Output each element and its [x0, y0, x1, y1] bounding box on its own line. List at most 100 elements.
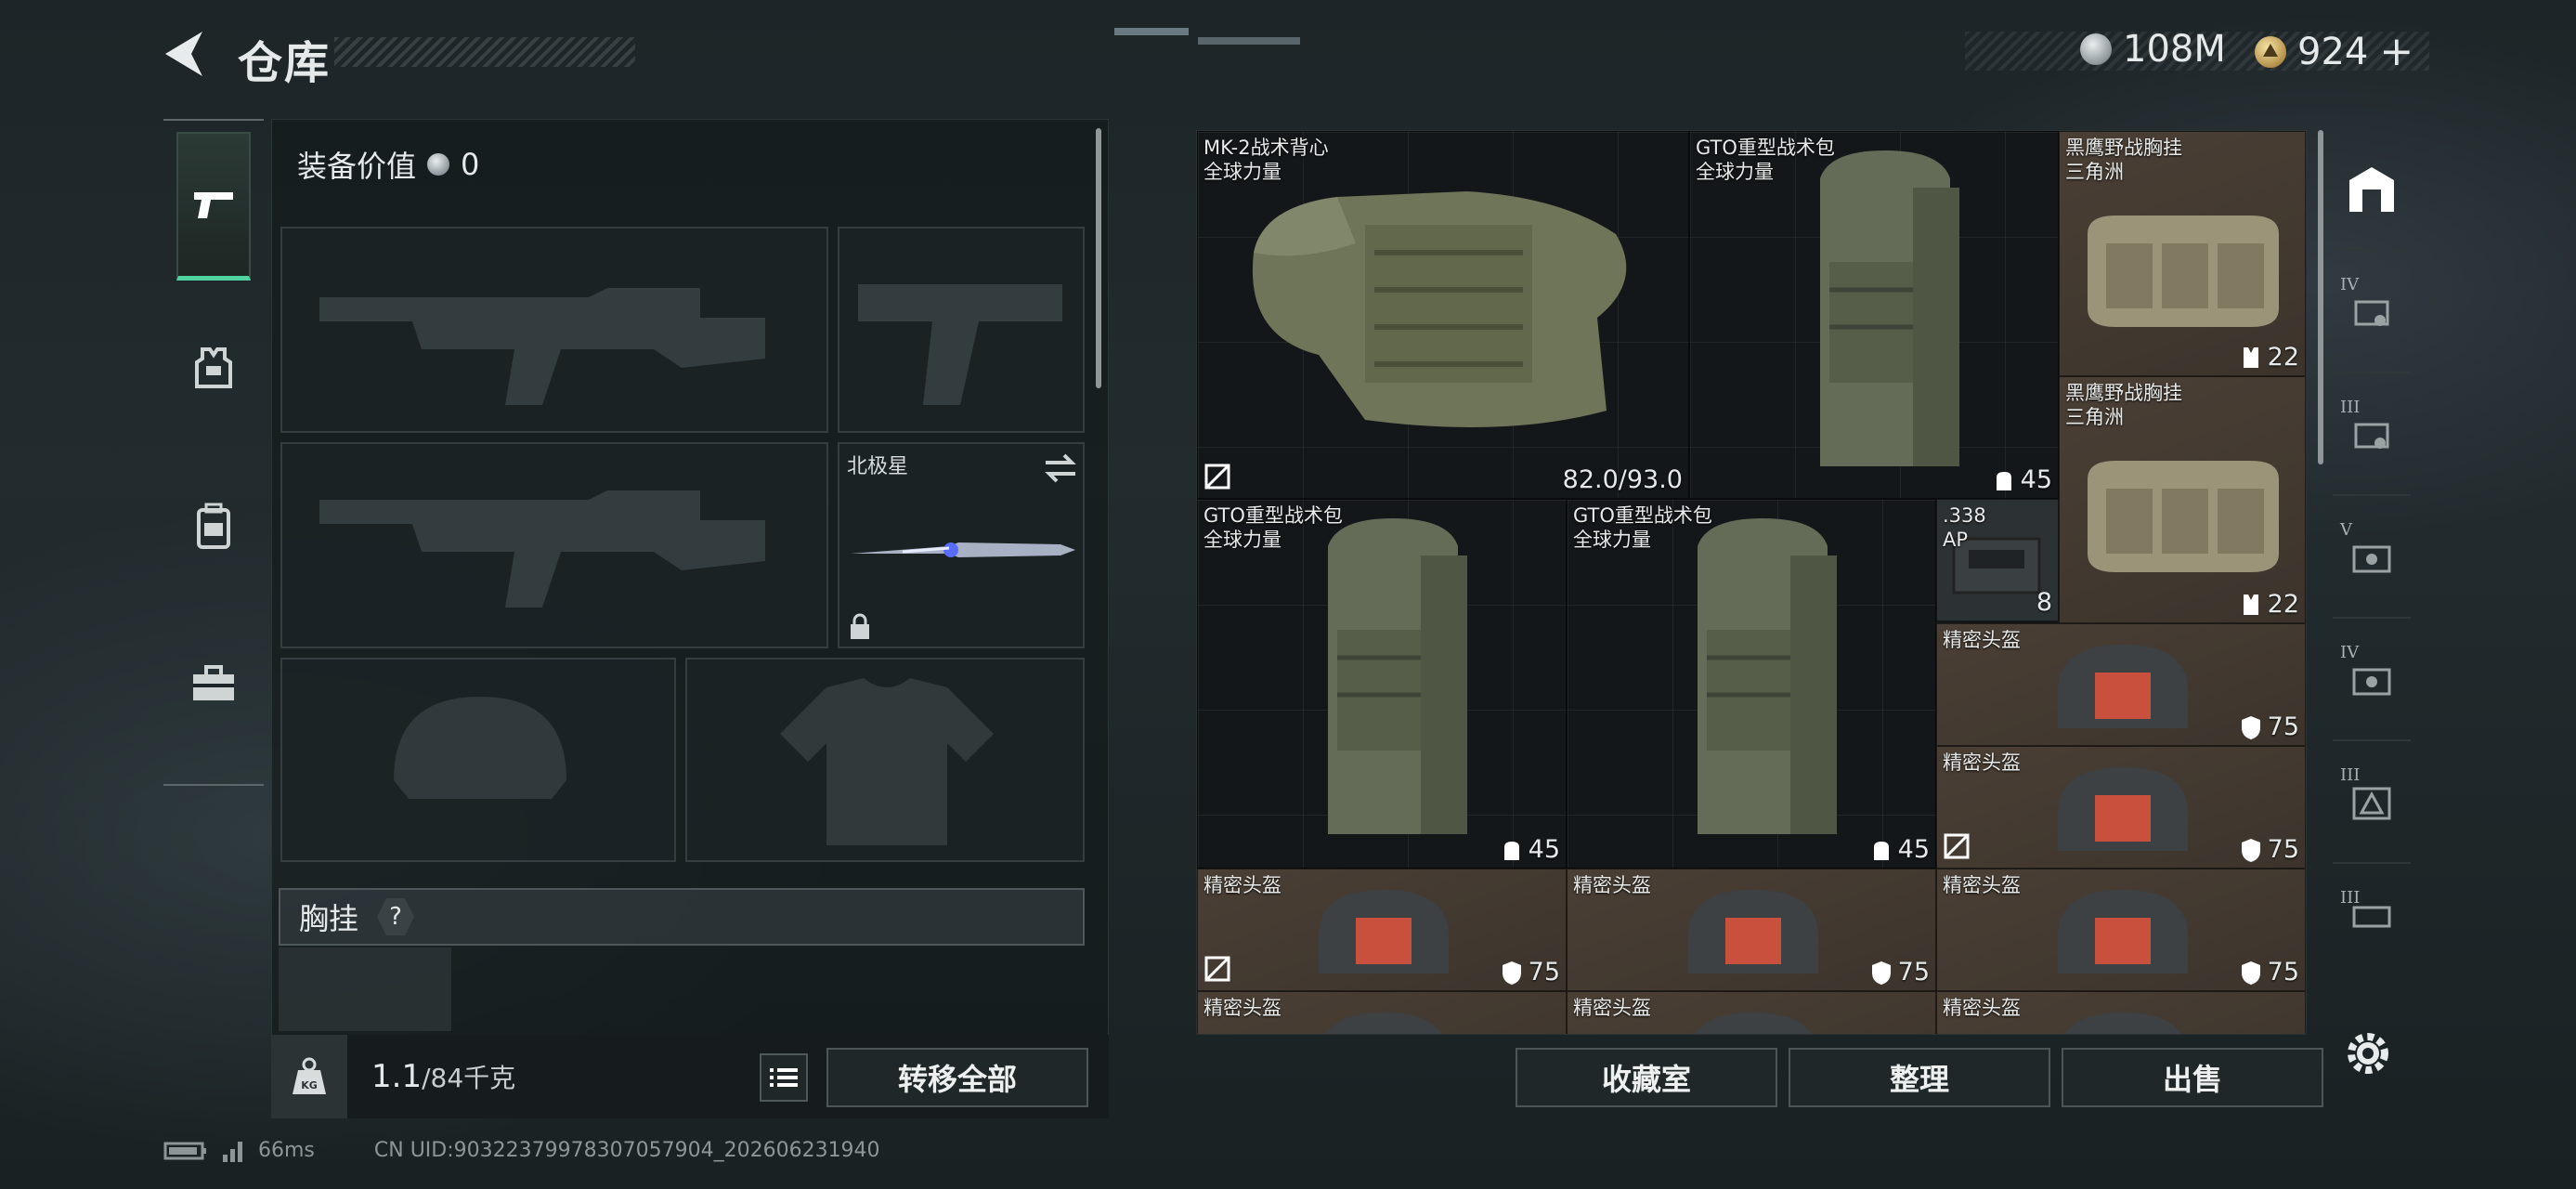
gear-value: 装备价值 0 [297, 143, 479, 186]
item-name: 黑鹰野战胸挂 三角洲 [2065, 137, 2182, 183]
helmet-slot[interactable] [280, 658, 676, 862]
melee-slot[interactable]: 北极星 [838, 442, 1085, 648]
armor-class: 75 [2240, 712, 2299, 741]
back-arrow-icon[interactable] [160, 28, 208, 80]
tab-backpack[interactable] [176, 451, 251, 600]
stash-item[interactable]: 精密头盔 [1936, 991, 2306, 1034]
filter-tier-3-a[interactable]: III [2333, 375, 2411, 496]
stash-item[interactable]: 精密头盔 [1197, 991, 1567, 1034]
chest-rig-label: 胸挂 [299, 901, 359, 936]
bag-icon [1996, 471, 2011, 490]
item-name: 精密头盔 [1943, 997, 2021, 1019]
melee-name: 北极星 [847, 455, 909, 478]
stash-scrollbar[interactable] [2318, 130, 2323, 464]
user-id: CN UID:9032237997830705790​4_20260623194… [373, 1139, 880, 1162]
silver-coin-icon [2080, 33, 2112, 65]
svg-text:KG: KG [301, 1079, 318, 1091]
stash-item[interactable]: 精密头盔 75 [1567, 869, 1936, 991]
tier-label: III [2340, 398, 2361, 417]
body-armor-slot[interactable] [685, 658, 1085, 862]
settings-gear-icon[interactable] [2342, 1027, 2394, 1079]
stash-item[interactable]: GTO重型战术包 全球力量 45 [1689, 131, 2059, 499]
sell-button[interactable]: 出售 [2062, 1048, 2323, 1107]
stash-item[interactable]: .338 AP 8 [1936, 499, 2059, 621]
gold-currency-value: 924 [2297, 30, 2369, 73]
tier-label: III [2340, 765, 2361, 785]
category-tabs [163, 119, 264, 786]
filter-tier-3-c[interactable]: III [2333, 866, 2411, 968]
stash-grid: MK-2战术背心 全球力量 82.0/93.0 GTO重型战术包 全球力量 45 黑… [1196, 130, 2307, 1035]
stash-item[interactable]: GTO重型战术包 全球力量 45 [1567, 499, 1936, 869]
loadout-scrollbar[interactable] [1096, 128, 1101, 388]
filter-all[interactable] [2333, 130, 2411, 251]
gear-value-amount: 0 [461, 147, 480, 182]
title-decoration [334, 37, 635, 67]
lock-icon [851, 613, 869, 639]
helmet-image [2058, 645, 2188, 728]
filter-tier-3-b[interactable]: III [2333, 743, 2411, 864]
durability: 82.0/93.0 [1562, 465, 1683, 494]
tab-armor[interactable] [176, 294, 251, 442]
help-icon[interactable]: ? [377, 898, 415, 935]
rifle-silhouette-icon [319, 490, 765, 608]
transfer-all-button[interactable]: 转移全部 [826, 1048, 1088, 1107]
key-card-icon [2354, 423, 2389, 449]
item-name: .338 AP [1943, 504, 1986, 551]
shield-icon [2241, 960, 2260, 985]
capacity: 45 [1870, 835, 1930, 864]
collection-room-button[interactable]: 收藏室 [1516, 1048, 1777, 1107]
chest-rig-slot[interactable] [279, 947, 451, 1031]
item-name: MK-2战术背心 全球力量 [1203, 137, 1329, 183]
chest-rig-image [2088, 461, 2279, 572]
stash-item[interactable]: 精密头盔 75 [1936, 869, 2306, 991]
list-view-button[interactable] [760, 1053, 808, 1102]
weight-capacity: /84千克 [422, 1063, 516, 1093]
stash-item[interactable]: 黑鹰野战胸挂 三角洲 22 [2059, 131, 2306, 376]
signal-icon [223, 1141, 242, 1162]
gold-currency[interactable]: 924 + [2255, 28, 2413, 75]
list-icon [770, 1068, 798, 1087]
stash-item[interactable]: 精密头盔 [1567, 991, 1936, 1034]
stash-item[interactable]: MK-2战术背心 全球力量 82.0/93.0 [1197, 131, 1689, 499]
backpack-image [1698, 518, 1837, 834]
case-icon [2352, 545, 2391, 573]
backpack-image [1328, 518, 1467, 834]
warning-box-icon [2352, 787, 2391, 820]
shield-icon [2241, 838, 2260, 862]
stash-item[interactable]: 黑鹰野战胸挂 三角洲 22 [2059, 376, 2306, 623]
filter-tier-4-b[interactable]: IV [2333, 621, 2411, 741]
no-insure-icon [1204, 956, 1230, 982]
stash-item[interactable]: 精密头盔 75 [1936, 746, 2306, 869]
item-name: GTO重型战术包 全球力量 [1573, 504, 1712, 551]
item-name: 精密头盔 [1943, 874, 2021, 896]
helmet-image [1688, 890, 1818, 973]
secondary-weapon-slot[interactable] [280, 442, 828, 648]
swap-icon[interactable] [1042, 451, 1079, 485]
ammo-count: 8 [2036, 588, 2052, 617]
organize-button[interactable]: 整理 [1789, 1048, 2050, 1107]
chest-rig-header: 胸挂 ? [279, 888, 1085, 946]
tab-weapons[interactable] [176, 132, 251, 281]
capacity: 45 [1501, 835, 1560, 864]
add-currency-button[interactable]: + [2379, 28, 2413, 75]
page-title: 仓库 [238, 37, 332, 89]
stash-item[interactable]: 精密头盔 75 [1936, 623, 2306, 746]
item-name: GTO重型战术包 全球力量 [1696, 137, 1835, 183]
backpack-icon [197, 503, 230, 549]
tier-label: V [2340, 520, 2352, 540]
shield-icon [1871, 960, 1891, 985]
primary-weapon-slot[interactable] [280, 227, 828, 433]
tier-label: IV [2340, 643, 2360, 662]
gold-coin-icon [2255, 35, 2286, 68]
stash-item[interactable]: GTO重型战术包 全球力量 45 [1197, 499, 1567, 869]
filter-tier-4-a[interactable]: IV [2333, 253, 2411, 373]
tab-items[interactable] [176, 609, 251, 758]
tactical-vest-image [1252, 191, 1627, 427]
shield-icon [1502, 960, 1521, 985]
stash-item[interactable]: 精密头盔 75 [1197, 869, 1567, 991]
pistol-slot[interactable] [838, 227, 1085, 433]
armor-class: 75 [1870, 958, 1930, 986]
filter-tier-5[interactable]: V [2333, 498, 2411, 619]
gear-value-label: 装备价值 [297, 149, 417, 184]
helmet-image [1325, 1013, 1442, 1034]
